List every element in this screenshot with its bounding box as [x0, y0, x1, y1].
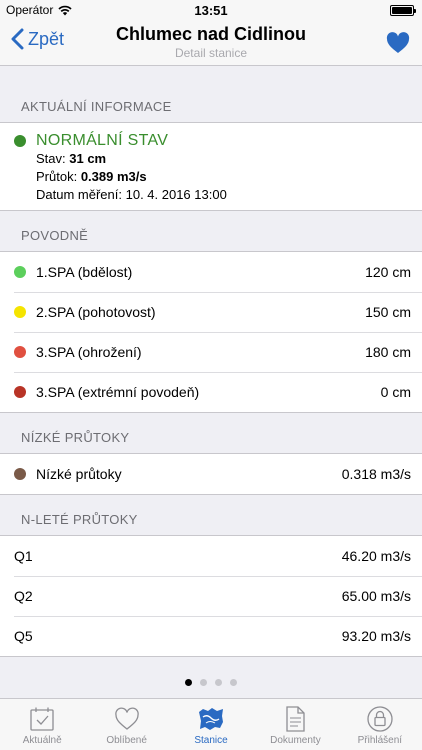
flood-label: 3.SPA (ohrožení)	[36, 344, 142, 360]
tab-stanice[interactable]: Stanice	[169, 699, 253, 750]
navigation-bar: Zpět Chlumec nad Cidlinou Detail stanice	[0, 20, 422, 66]
page-indicator[interactable]	[0, 679, 422, 686]
flood-label: 3.SPA (extrémní povodeň)	[36, 384, 200, 400]
flood-value: 180 cm	[365, 344, 411, 360]
tab-oblibene[interactable]: Oblíbené	[84, 699, 168, 750]
flood-row-3: 3.SPA (ohrožení) 180 cm	[0, 332, 422, 372]
status-bar: Operátor 13:51	[0, 0, 422, 20]
tab-label: Dokumenty	[270, 735, 321, 746]
n-year-row-q1: Q1 46.20 m3/s	[0, 536, 422, 576]
low-flow-label: Nízké průtoky	[36, 466, 122, 482]
favorite-heart-icon[interactable]	[386, 32, 410, 54]
status-dot	[14, 135, 26, 147]
flow-line: Průtok: 0.389 m3/s	[36, 169, 147, 184]
tab-label: Stanice	[194, 735, 228, 746]
date-line: Datum měření: 10. 4. 2016 13:00	[36, 187, 227, 202]
n-year-value: 65.00 m3/s	[341, 588, 411, 604]
date-value: 10. 4. 2016 13:00	[125, 187, 227, 202]
flood-dot	[14, 346, 26, 358]
flood-value: 150 cm	[365, 304, 411, 320]
chevron-left-icon	[11, 28, 24, 50]
n-year-value: 93.20 m3/s	[341, 628, 411, 644]
status-text: NORMÁLNÍ STAV	[36, 132, 169, 149]
tab-bar: Aktuálně Oblíbené Stanice Dokumenty Přih…	[0, 698, 422, 750]
tab-dokumenty[interactable]: Dokumenty	[253, 699, 337, 750]
section-header-floods: POVODNĚ	[21, 228, 89, 243]
flood-dot	[14, 266, 26, 278]
page-dot[interactable]	[200, 679, 207, 686]
tab-label: Oblíbené	[106, 735, 147, 746]
flood-row-1: 1.SPA (bdělost) 120 cm	[0, 252, 422, 292]
section-header-current: AKTUÁLNÍ INFORMACE	[21, 99, 172, 114]
flood-value: 0 cm	[380, 384, 411, 400]
page-dot[interactable]	[215, 679, 222, 686]
n-year-label: Q1	[14, 548, 33, 564]
flood-dot	[14, 306, 26, 318]
document-icon	[286, 706, 306, 732]
n-year-value: 46.20 m3/s	[341, 548, 411, 564]
tab-label: Přihlášení	[357, 735, 403, 746]
tab-prihlaseni[interactable]: Přihlášení	[338, 699, 422, 750]
section-header-n-year: N-LETÉ PRŮTOKY	[21, 512, 138, 527]
level-line: Stav: 31 cm	[36, 151, 107, 166]
flow-value: 0.389 m3/s	[80, 169, 147, 184]
level-value: 31 cm	[69, 151, 107, 166]
current-info-card: NORMÁLNÍ STAV Stav: 31 cm Průtok: 0.389 …	[0, 122, 422, 211]
n-year-list: Q1 46.20 m3/s Q2 65.00 m3/s Q5 93.20 m3/…	[0, 535, 422, 657]
lock-icon	[367, 706, 393, 732]
n-year-row-q5: Q5 93.20 m3/s	[0, 616, 422, 656]
low-flows-list: Nízké průtoky 0.318 m3/s	[0, 453, 422, 495]
tab-label: Aktuálně	[22, 735, 62, 746]
flood-label: 1.SPA (bdělost)	[36, 264, 133, 280]
low-flow-dot	[14, 468, 26, 480]
flood-row-2: 2.SPA (pohotovost) 150 cm	[0, 292, 422, 332]
n-year-label: Q2	[14, 588, 33, 604]
battery-icon	[390, 4, 416, 16]
floods-list: 1.SPA (bdělost) 120 cm 2.SPA (pohotovost…	[0, 251, 422, 413]
flood-row-4: 3.SPA (extrémní povodeň) 0 cm	[0, 372, 422, 412]
calendar-icon	[30, 707, 54, 731]
page-dot[interactable]	[230, 679, 237, 686]
map-icon	[199, 708, 224, 730]
n-year-label: Q5	[14, 628, 33, 644]
section-header-low-flows: NÍZKÉ PRŮTOKY	[21, 430, 130, 445]
station-detail-content[interactable]: AKTUÁLNÍ INFORMACE NORMÁLNÍ STAV Stav: 3…	[0, 66, 422, 698]
page-dot[interactable]	[185, 679, 192, 686]
low-flow-row: Nízké průtoky 0.318 m3/s	[0, 454, 422, 494]
low-flow-value: 0.318 m3/s	[341, 466, 411, 482]
flood-value: 120 cm	[365, 264, 411, 280]
flood-dot	[14, 386, 26, 398]
tab-aktualne[interactable]: Aktuálně	[0, 699, 84, 750]
heart-icon	[114, 707, 139, 730]
back-button[interactable]: Zpět	[10, 28, 64, 50]
n-year-row-q2: Q2 65.00 m3/s	[0, 576, 422, 616]
back-label: Zpět	[28, 28, 65, 49]
status-time: 13:51	[194, 2, 228, 18]
flood-label: 2.SPA (pohotovost)	[36, 304, 156, 320]
